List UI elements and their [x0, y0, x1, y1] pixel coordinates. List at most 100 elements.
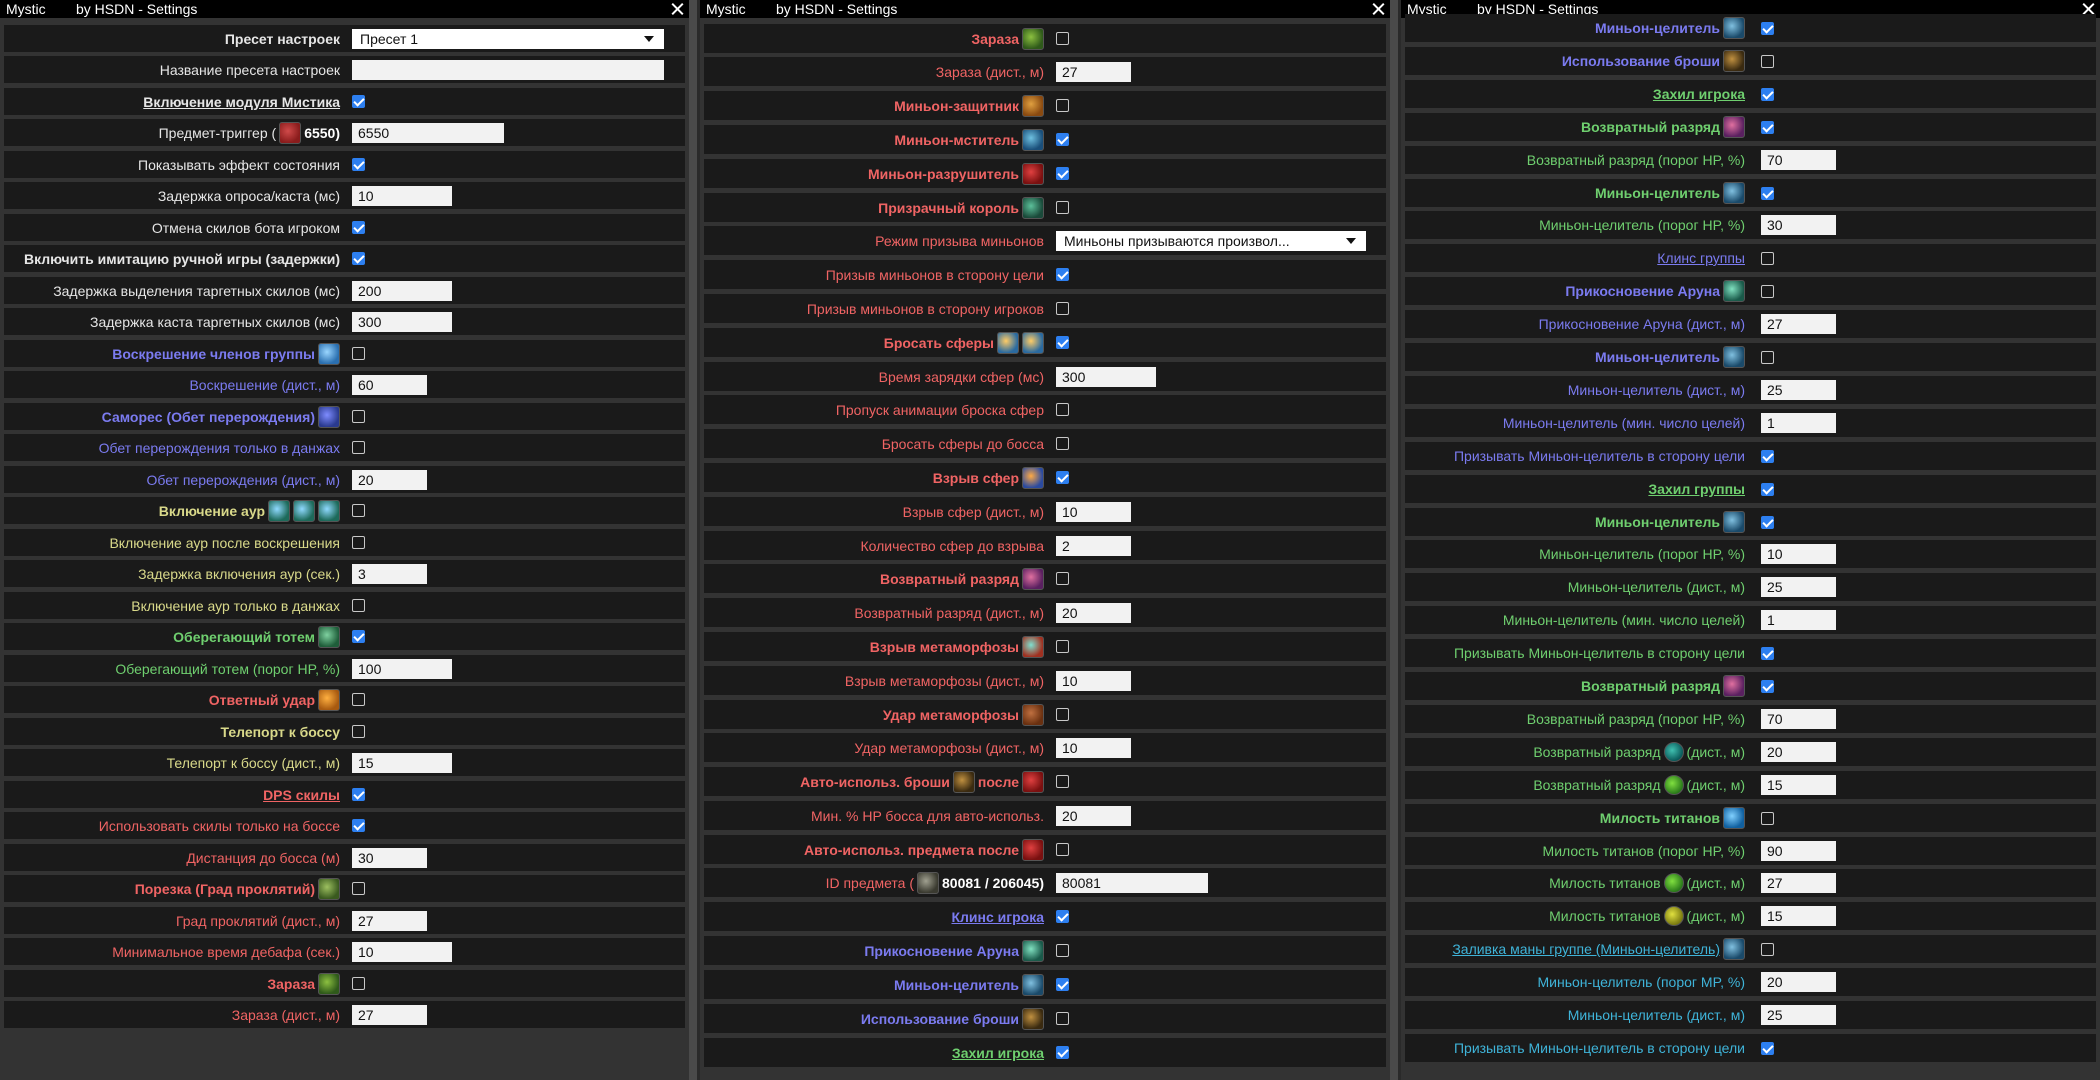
text-input[interactable]: 300: [1056, 366, 1156, 387]
checkbox-checked[interactable]: [1056, 336, 1069, 349]
checkbox-checked[interactable]: [352, 788, 365, 801]
text-input[interactable]: [352, 59, 664, 80]
text-input[interactable]: 27: [1056, 61, 1131, 82]
checkbox-unchecked[interactable]: [352, 441, 365, 454]
text-input[interactable]: 1: [1761, 413, 1836, 433]
close-icon[interactable]: [669, 0, 685, 18]
checkbox-unchecked[interactable]: [1761, 942, 1774, 956]
dropdown-select[interactable]: Пресет 1: [352, 28, 664, 49]
checkbox-checked[interactable]: [1761, 120, 1774, 134]
checkbox-checked[interactable]: [1056, 1046, 1069, 1059]
checkbox-unchecked[interactable]: [1056, 1012, 1069, 1025]
text-input[interactable]: 15: [1761, 775, 1836, 795]
checkbox-checked[interactable]: [352, 221, 365, 234]
text-input[interactable]: 20: [1056, 805, 1131, 826]
checkbox-unchecked[interactable]: [1056, 944, 1069, 957]
text-input[interactable]: 10: [352, 185, 452, 206]
checkbox-checked[interactable]: [1056, 978, 1069, 991]
text-input[interactable]: 27: [352, 910, 427, 931]
checkbox-checked[interactable]: [1761, 1041, 1774, 1055]
checkbox-unchecked[interactable]: [352, 882, 365, 895]
text-input[interactable]: 10: [1056, 501, 1131, 522]
checkbox-unchecked[interactable]: [352, 599, 365, 612]
checkbox-checked[interactable]: [1761, 87, 1774, 101]
close-icon[interactable]: [1370, 0, 1386, 18]
text-input[interactable]: 70: [1761, 150, 1836, 170]
checkbox-unchecked[interactable]: [1056, 572, 1069, 585]
text-input[interactable]: 25: [1761, 577, 1836, 597]
text-input[interactable]: 27: [352, 1004, 427, 1025]
scrollbar[interactable]: [1390, 0, 1398, 1080]
setting-label[interactable]: Заливка маны группе (Миньон-целитель): [1405, 935, 1745, 963]
checkbox-checked[interactable]: [1761, 482, 1774, 496]
checkbox-unchecked[interactable]: [1056, 640, 1069, 653]
text-input[interactable]: 90: [1761, 841, 1836, 861]
checkbox-unchecked[interactable]: [352, 977, 365, 990]
text-input[interactable]: 6550: [352, 122, 504, 143]
checkbox-checked[interactable]: [1056, 133, 1069, 146]
text-input[interactable]: 10: [1056, 670, 1131, 691]
checkbox-checked[interactable]: [1761, 449, 1774, 463]
checkbox-checked[interactable]: [352, 252, 365, 265]
checkbox-unchecked[interactable]: [1056, 775, 1069, 788]
checkbox-unchecked[interactable]: [352, 536, 365, 549]
text-input[interactable]: 2: [1056, 535, 1131, 556]
checkbox-checked[interactable]: [352, 95, 365, 108]
text-input[interactable]: 15: [1761, 906, 1836, 926]
checkbox-checked[interactable]: [1761, 679, 1774, 693]
checkbox-checked[interactable]: [352, 630, 365, 643]
checkbox-checked[interactable]: [1761, 186, 1774, 200]
checkbox-unchecked[interactable]: [352, 347, 365, 360]
setting-label[interactable]: Захил группы: [1405, 475, 1745, 503]
text-input[interactable]: 20: [1761, 742, 1836, 762]
checkbox-unchecked[interactable]: [1056, 437, 1069, 450]
text-input[interactable]: 10: [1761, 544, 1836, 564]
text-input[interactable]: 300: [352, 311, 452, 332]
checkbox-checked[interactable]: [1761, 21, 1774, 35]
setting-label[interactable]: Захил игрока: [704, 1038, 1044, 1067]
checkbox-unchecked[interactable]: [1056, 32, 1069, 45]
checkbox-checked[interactable]: [1056, 910, 1069, 923]
text-input[interactable]: 3: [352, 563, 427, 584]
text-input[interactable]: 30: [352, 847, 427, 868]
setting-label[interactable]: Включение модуля Мистика: [4, 88, 340, 115]
text-input[interactable]: 15: [352, 752, 452, 773]
text-input[interactable]: 30: [1761, 215, 1836, 235]
checkbox-unchecked[interactable]: [1761, 284, 1774, 298]
scrollbar[interactable]: [689, 0, 697, 1080]
checkbox-checked[interactable]: [1056, 268, 1069, 281]
checkbox-unchecked[interactable]: [1761, 811, 1774, 825]
checkbox-checked[interactable]: [1056, 167, 1069, 180]
text-input[interactable]: 20: [1761, 972, 1836, 992]
text-input[interactable]: 25: [1761, 1005, 1836, 1025]
checkbox-checked[interactable]: [352, 158, 365, 171]
text-input[interactable]: 10: [352, 941, 452, 962]
text-input[interactable]: 27: [1761, 314, 1836, 334]
checkbox-unchecked[interactable]: [1056, 843, 1069, 856]
setting-label[interactable]: DPS скилы: [4, 781, 340, 808]
checkbox-unchecked[interactable]: [1056, 403, 1069, 416]
text-input[interactable]: 100: [352, 658, 452, 679]
checkbox-unchecked[interactable]: [352, 693, 365, 706]
setting-label[interactable]: Захил игрока: [1405, 80, 1745, 108]
checkbox-checked[interactable]: [1056, 471, 1069, 484]
checkbox-unchecked[interactable]: [1761, 251, 1774, 265]
checkbox-unchecked[interactable]: [352, 725, 365, 738]
checkbox-checked[interactable]: [1761, 646, 1774, 660]
checkbox-unchecked[interactable]: [1761, 54, 1774, 68]
checkbox-unchecked[interactable]: [1056, 302, 1069, 315]
checkbox-unchecked[interactable]: [352, 410, 365, 423]
text-input[interactable]: 80081: [1056, 872, 1208, 893]
setting-label[interactable]: Клинс группы: [1405, 244, 1745, 272]
text-input[interactable]: 70: [1761, 709, 1836, 729]
text-input[interactable]: 20: [352, 469, 427, 490]
checkbox-checked[interactable]: [352, 819, 365, 832]
text-input[interactable]: 10: [1056, 737, 1131, 758]
checkbox-unchecked[interactable]: [1761, 350, 1774, 364]
setting-label[interactable]: Клинс игрока: [704, 902, 1044, 931]
dropdown-select[interactable]: Миньоны призываются произвол...: [1056, 230, 1366, 251]
checkbox-unchecked[interactable]: [1056, 201, 1069, 214]
text-input[interactable]: 60: [352, 374, 427, 395]
text-input[interactable]: 1: [1761, 610, 1836, 630]
checkbox-unchecked[interactable]: [1056, 99, 1069, 112]
